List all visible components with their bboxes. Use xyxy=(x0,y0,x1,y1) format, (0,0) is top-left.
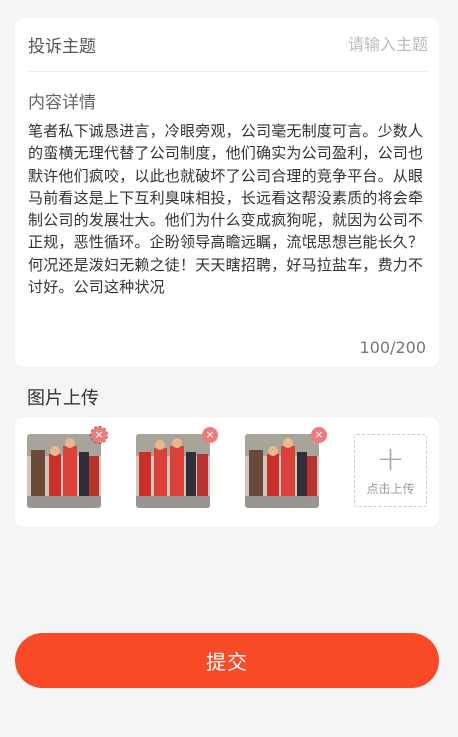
uploaded-image-1[interactable] xyxy=(27,434,101,508)
plus-icon: + xyxy=(376,439,405,479)
image-upload-title: 图片上传 xyxy=(27,388,99,409)
uploaded-image-2[interactable] xyxy=(136,434,210,508)
content-label: 内容详情 xyxy=(28,93,96,113)
content-textarea[interactable]: 笔者私下诚恳进言，冷眼旁观，公司毫无制度可言。少数人的蛮横无理代替了公司制度，他… xyxy=(28,120,429,298)
subject-input[interactable] xyxy=(228,35,428,54)
add-image-button[interactable]: + 点击上传 xyxy=(354,434,427,507)
remove-image-3-icon[interactable]: × xyxy=(311,427,327,443)
subject-label: 投诉主题 xyxy=(28,37,96,57)
subject-row: 投诉主题 xyxy=(28,18,428,72)
image-upload-card: × × × + 点击上传 xyxy=(15,417,439,527)
uploaded-image-3[interactable] xyxy=(245,434,319,508)
complaint-form-card: 投诉主题 内容详情 笔者私下诚恳进言，冷眼旁观，公司毫无制度可言。少数人的蛮横无… xyxy=(15,18,439,367)
add-image-label: 点击上传 xyxy=(366,482,415,496)
remove-image-2-icon[interactable]: × xyxy=(202,427,218,443)
remove-image-1-icon[interactable]: × xyxy=(90,426,108,444)
character-counter: 100/200 xyxy=(359,338,426,357)
submit-button[interactable]: 提交 xyxy=(15,633,439,688)
